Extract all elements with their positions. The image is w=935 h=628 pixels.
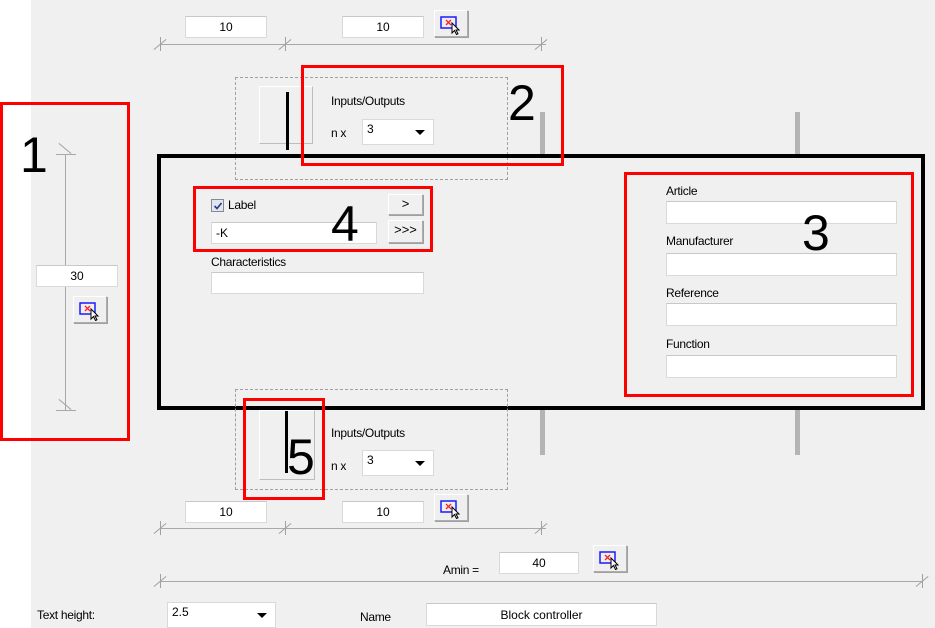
callout-number-3: 3 bbox=[802, 205, 830, 261]
top-right-spacing-input[interactable] bbox=[342, 16, 424, 38]
top-pick-button[interactable] bbox=[434, 10, 468, 37]
top-connector-pin bbox=[795, 112, 800, 156]
bottom-pick-button[interactable] bbox=[434, 494, 468, 521]
dimension-line bbox=[160, 581, 922, 582]
callout-box-3 bbox=[624, 172, 914, 397]
pick-from-drawing-icon bbox=[599, 551, 620, 570]
bottom-connector-pin bbox=[540, 410, 545, 455]
bottom-connector-pin bbox=[795, 410, 800, 455]
callout-number-1: 1 bbox=[20, 127, 48, 183]
amin-label: Amin = bbox=[443, 563, 479, 577]
dropdown-arrow-icon bbox=[257, 613, 267, 618]
bottom-left-spacing-input[interactable] bbox=[185, 501, 267, 523]
bottom-right-spacing-input[interactable] bbox=[342, 501, 424, 523]
callout-number-5: 5 bbox=[287, 429, 315, 485]
block-name-input[interactable] bbox=[426, 603, 657, 626]
dimension-line bbox=[160, 44, 546, 45]
bottom-io-title: Inputs/Outputs bbox=[331, 426, 405, 440]
characteristics-input[interactable] bbox=[211, 272, 424, 294]
io-bar-icon bbox=[286, 92, 289, 150]
amin-input[interactable] bbox=[499, 552, 579, 574]
characteristics-label: Characteristics bbox=[211, 255, 286, 269]
pick-from-drawing-icon bbox=[440, 500, 461, 519]
name-label: Name bbox=[360, 610, 391, 624]
text-height-select[interactable]: 2.5 bbox=[167, 602, 276, 628]
callout-number-2: 2 bbox=[508, 75, 536, 131]
text-height-label: Text height: bbox=[37, 608, 95, 622]
top-left-spacing-input[interactable] bbox=[185, 16, 267, 38]
amin-pick-button[interactable] bbox=[593, 545, 627, 572]
callout-box-4 bbox=[193, 186, 433, 252]
bottom-io-count-value: 3 bbox=[367, 453, 374, 467]
bottom-io-count-prefix: n x bbox=[331, 459, 347, 473]
callout-number-4: 4 bbox=[331, 196, 359, 252]
dimension-line bbox=[160, 528, 546, 529]
text-height-value: 2.5 bbox=[172, 605, 189, 619]
pick-from-drawing-icon bbox=[440, 16, 461, 35]
dropdown-arrow-icon bbox=[415, 461, 425, 466]
bottom-io-count-select[interactable]: 3 bbox=[362, 450, 434, 476]
